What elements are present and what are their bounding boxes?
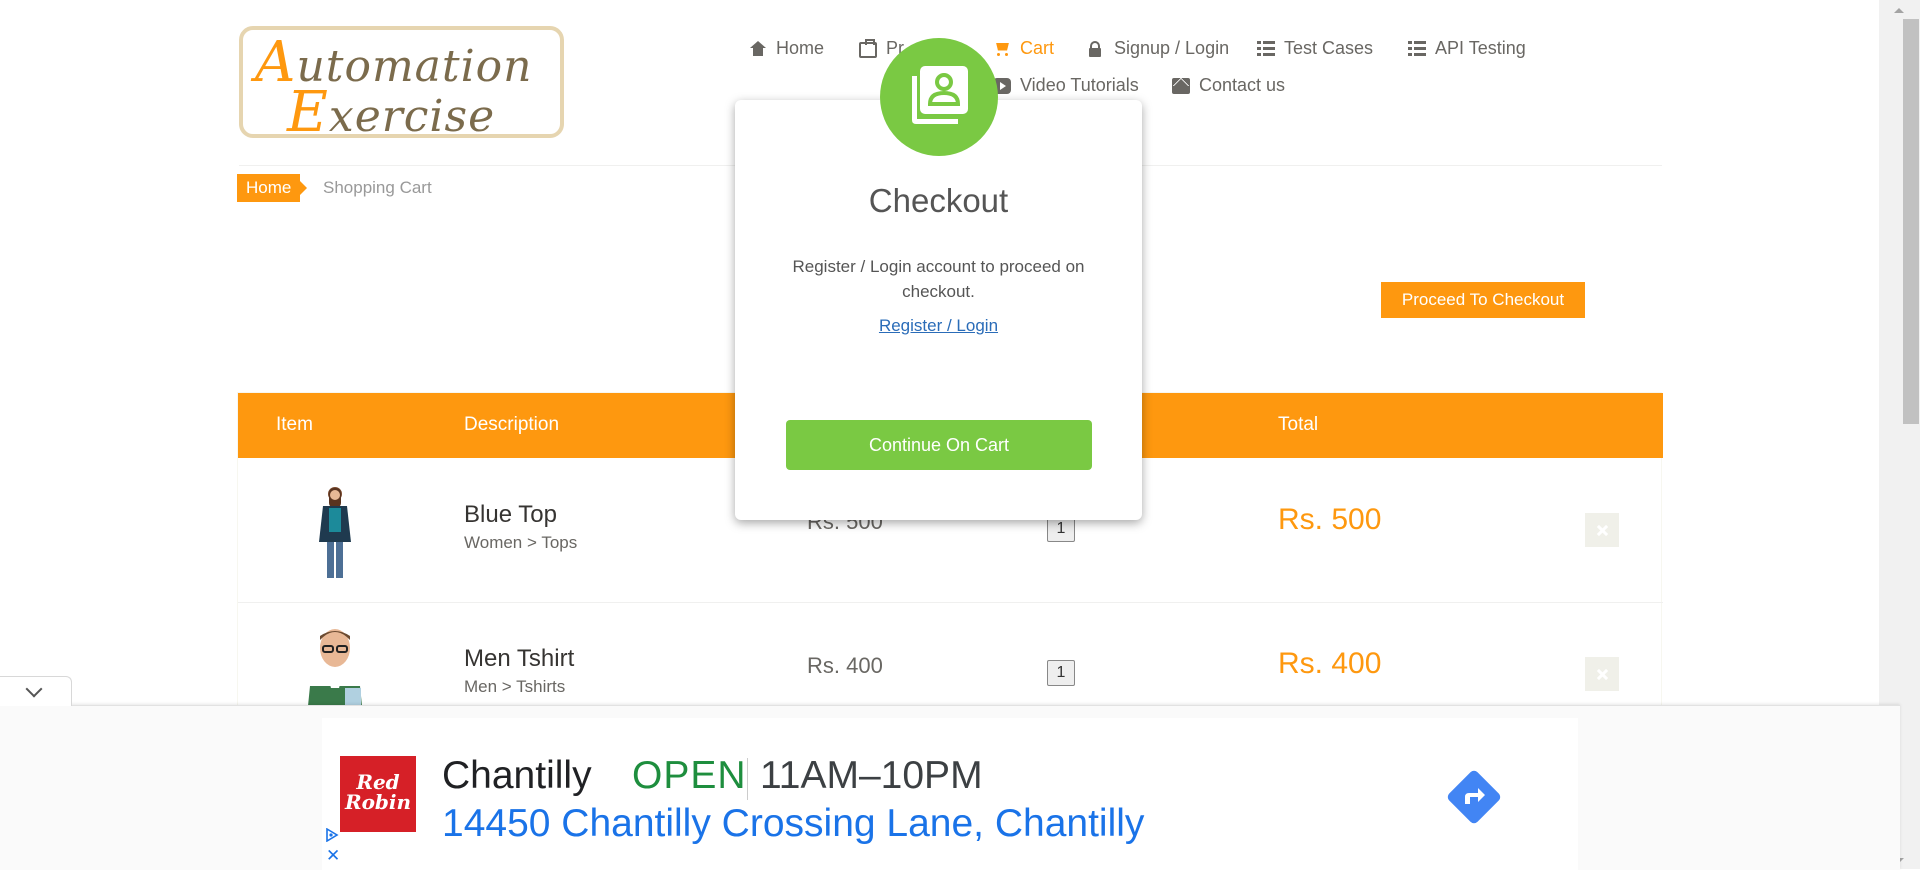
nav-api-testing[interactable]: API Testing	[1408, 38, 1526, 59]
product-total: Rs. 500	[1278, 503, 1382, 536]
nav-video-tutorials[interactable]: Video Tutorials	[993, 75, 1139, 96]
row-divider	[238, 602, 1663, 603]
red-robin-logo[interactable]: Red Robin	[340, 756, 416, 832]
header-total: Total	[1278, 414, 1319, 435]
product-category: Women > Tops	[464, 533, 578, 552]
proceed-to-checkout-button[interactable]: Proceed To Checkout	[1381, 282, 1585, 318]
ad-location-name: Chantilly	[442, 754, 592, 797]
modal-icon-badge	[880, 38, 998, 156]
logo-line-2: Exercise	[287, 80, 496, 145]
breadcrumb-current: Shopping Cart	[323, 178, 432, 197]
product-price: Rs. 400	[807, 653, 883, 678]
register-login-link[interactable]: Register / Login	[735, 316, 1142, 336]
scrollbar-thumb[interactable]	[1903, 19, 1919, 424]
product-image-blue-top[interactable]	[305, 482, 365, 582]
modal-title: Checkout	[868, 182, 1009, 219]
product-name[interactable]: Blue Top	[464, 501, 557, 529]
quantity-button[interactable]: 1	[1047, 660, 1075, 686]
lock-icon	[1087, 40, 1105, 57]
page: Automation Exercise Home Pr Cart Signup …	[0, 0, 1900, 870]
ad-separator	[747, 758, 748, 800]
nav-signup-login[interactable]: Signup / Login	[1087, 38, 1229, 59]
header-item: Item	[276, 414, 313, 435]
nav-test-cases[interactable]: Test Cases	[1257, 38, 1373, 59]
ad-hours: 11AM–10PM	[760, 754, 983, 797]
list-icon	[1408, 40, 1426, 57]
delete-button[interactable]	[1585, 513, 1619, 547]
chevron-down-icon	[25, 680, 43, 698]
continue-on-cart-button[interactable]: Continue On Cart	[786, 420, 1092, 470]
product-name[interactable]: Men Tshirt	[464, 645, 574, 673]
ad-close-icon[interactable]: ✕	[326, 847, 340, 864]
nav-contact-us-label: Contact us	[1199, 75, 1286, 95]
cart-icon	[993, 41, 1011, 57]
contact-book-icon	[912, 66, 968, 124]
checkout-modal: Checkout Register / Login account to pro…	[735, 100, 1142, 520]
breadcrumb-home[interactable]: Home	[237, 174, 308, 202]
nav-cart-label: Cart	[1020, 38, 1055, 58]
nav-api-testing-label: API Testing	[1435, 38, 1526, 58]
product-category: Men > Tshirts	[464, 677, 566, 696]
nav-home[interactable]: Home	[749, 38, 824, 59]
modal-message: Register / Login account to proceed on c…	[792, 257, 1085, 301]
header-description: Description	[464, 414, 560, 435]
adchoices-icon[interactable]	[325, 828, 339, 842]
nav-contact-us[interactable]: Contact us	[1172, 75, 1285, 96]
scroll-up-arrow-icon[interactable]	[1894, 8, 1904, 13]
delete-button[interactable]	[1585, 657, 1619, 691]
ad-banner: Red Robin Chantilly OPEN 11AM–10PM 14450…	[0, 705, 1900, 870]
nav-home-label: Home	[776, 38, 825, 58]
nav-test-cases-label: Test Cases	[1284, 38, 1374, 58]
site-logo[interactable]: Automation Exercise	[239, 26, 564, 142]
ad-collapse-toggle[interactable]	[0, 676, 72, 706]
product-total: Rs. 400	[1278, 647, 1382, 680]
nav-video-tutorials-label: Video Tutorials	[1020, 75, 1139, 95]
nav-cart[interactable]: Cart	[993, 38, 1054, 59]
nav-signup-login-label: Signup / Login	[1114, 38, 1230, 58]
ad-address-link[interactable]: 14450 Chantilly Crossing Lane, Chantilly	[442, 802, 1144, 846]
list-icon	[1257, 40, 1275, 57]
home-icon	[749, 40, 767, 57]
envelope-icon	[1172, 77, 1190, 94]
ad-content[interactable]: Red Robin Chantilly OPEN 11AM–10PM 14450…	[322, 718, 1578, 870]
directions-icon[interactable]	[1445, 768, 1503, 826]
briefcase-icon	[859, 38, 877, 58]
ad-open-status: OPEN	[632, 754, 747, 797]
